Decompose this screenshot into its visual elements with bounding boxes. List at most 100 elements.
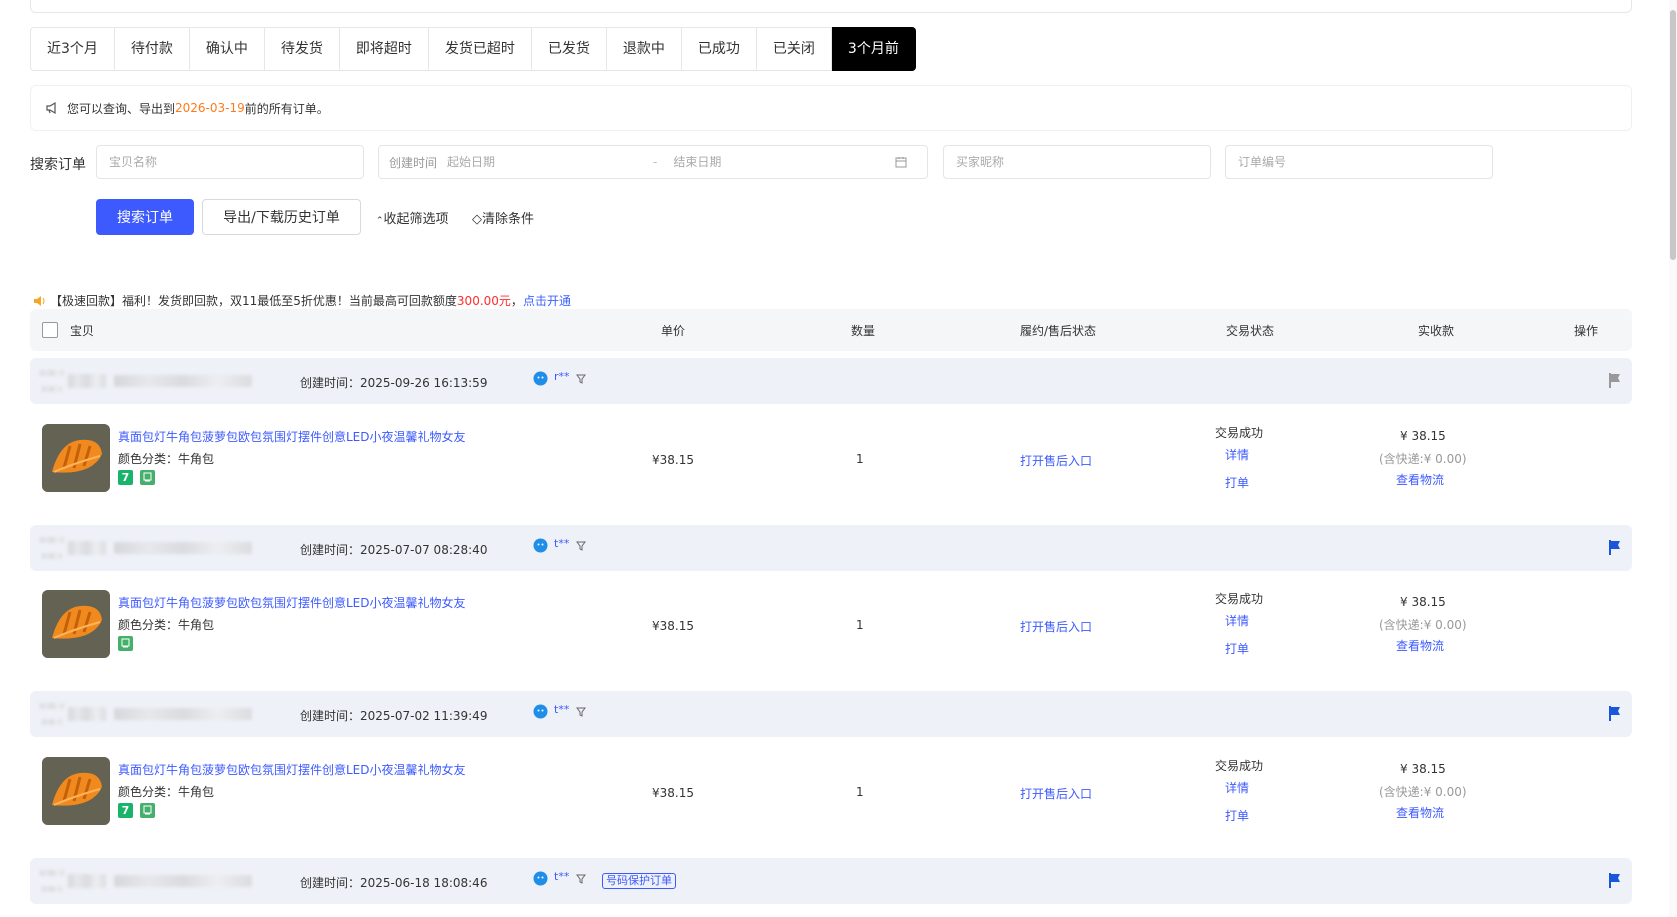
flag-icon[interactable] xyxy=(1608,539,1622,555)
wangwang-chat-icon[interactable] xyxy=(533,704,548,719)
tab-0[interactable]: 近3个月 xyxy=(30,27,115,71)
product-thumbnail[interactable] xyxy=(42,424,110,492)
buyer-nick[interactable]: r** xyxy=(554,370,570,383)
shipping-fee: (含快递:¥ 0.00) xyxy=(1379,452,1467,466)
product-thumbnail[interactable] xyxy=(42,590,110,658)
search-label: 搜索订单 xyxy=(30,157,86,173)
item-name-input[interactable] xyxy=(107,154,363,170)
order-status-tabs: 近3个月 待付款 确认中 待发货 即将超时 发货已超时 已发货 退款中 已成功 已关闭 3个月前 xyxy=(30,27,916,71)
tab-9[interactable]: 已关闭 xyxy=(756,27,832,71)
filter-icon[interactable] xyxy=(576,874,586,884)
date-separator: - xyxy=(653,155,658,169)
search-orders-button[interactable]: 搜索订单 xyxy=(96,199,194,235)
open-after-sale-link[interactable]: 打开售后入口 xyxy=(1020,452,1092,469)
start-date-input[interactable] xyxy=(445,154,640,170)
buyer-nick[interactable]: t** xyxy=(554,537,569,550)
quantity: 1 xyxy=(856,618,864,632)
seven-day-return-icon: 7 xyxy=(118,803,133,818)
print-order-link[interactable]: 打单 xyxy=(1225,640,1249,657)
order-id-field[interactable] xyxy=(1225,145,1493,179)
number-protect-badge: 号码保护订单 xyxy=(602,873,676,889)
order-detail-link[interactable]: 详情 xyxy=(1225,779,1249,796)
tab-6[interactable]: 已发货 xyxy=(531,27,607,71)
wangwang-chat-icon[interactable] xyxy=(533,871,548,886)
promo-bar: 【极速回款】福利！发货即回款，双11最低至5折优惠！当前最高可回款额度 300.… xyxy=(33,292,571,309)
product-sku: 颜色分类：牛角包 xyxy=(118,785,215,799)
order-row: 真面包灯牛角包菠萝包欧包氛围灯摆件创意LED小夜温馨礼物女友 颜色分类：牛角包 … xyxy=(30,739,1632,847)
clear-conditions-link[interactable]: ◇清除条件 xyxy=(472,208,534,227)
product-thumbnail[interactable] xyxy=(42,757,110,825)
calendar-icon[interactable] xyxy=(895,156,907,168)
megaphone-icon xyxy=(46,101,56,115)
open-after-sale-link[interactable]: 打开售后入口 xyxy=(1020,785,1092,802)
tab-1[interactable]: 待付款 xyxy=(114,27,190,71)
promo-amount: 300.00元 xyxy=(456,294,511,308)
promo-open-link[interactable]: 点击开通 xyxy=(523,292,571,309)
promo-comma: ， xyxy=(510,294,523,308)
service-tags: 7 xyxy=(118,803,155,818)
paid-amount: ¥ 38.15 xyxy=(1400,595,1446,609)
masked-order-id-a xyxy=(68,374,106,388)
tab-4[interactable]: 即将超时 xyxy=(339,27,429,71)
paid-amount: ¥ 38.15 xyxy=(1400,429,1446,443)
trade-status: 交易成功 xyxy=(1215,759,1264,773)
col-operation: 操作 xyxy=(1574,324,1599,338)
tab-2[interactable]: 确认中 xyxy=(189,27,265,71)
buyer-nick-field[interactable] xyxy=(943,145,1211,179)
buyer-nick[interactable]: t** xyxy=(554,870,569,883)
filter-icon[interactable] xyxy=(576,541,586,551)
trade-status: 交易成功 xyxy=(1215,426,1264,440)
wangwang-chat-icon[interactable] xyxy=(533,371,548,386)
tab-3[interactable]: 待发货 xyxy=(264,27,340,71)
scrollbar-thumb[interactable] xyxy=(1670,10,1676,260)
flag-icon[interactable] xyxy=(1608,705,1622,721)
tab-5[interactable]: 发货已超时 xyxy=(428,27,532,71)
buyer-nick-input[interactable] xyxy=(954,154,1210,170)
tab-10[interactable]: 3个月前 xyxy=(831,27,916,71)
product-title-link[interactable]: 真面包灯牛角包菠萝包欧包氛围灯摆件创意LED小夜温馨礼物女友 xyxy=(118,428,466,445)
created-date-range[interactable]: 创建时间 - xyxy=(378,145,928,179)
masked-order-id-b xyxy=(114,708,252,720)
wangwang-chat-icon[interactable] xyxy=(533,538,548,553)
view-logistics-link[interactable]: 查看物流 xyxy=(1396,804,1444,821)
export-history-button[interactable]: 导出/下载历史订单 xyxy=(202,199,361,235)
product-title-link[interactable]: 真面包灯牛角包菠萝包欧包氛围灯摆件创意LED小夜温馨礼物女友 xyxy=(118,594,466,611)
print-order-link[interactable]: 打单 xyxy=(1225,474,1249,491)
order-row: 真面包灯牛角包菠萝包欧包氛围灯摆件创意LED小夜温馨礼物女友 颜色分类：牛角包 … xyxy=(30,406,1632,514)
product-title-link[interactable]: 真面包灯牛角包菠萝包欧包氛围灯摆件创意LED小夜温馨礼物女友 xyxy=(118,761,466,778)
view-logistics-link[interactable]: 查看物流 xyxy=(1396,637,1444,654)
scrollbar[interactable] xyxy=(1669,0,1677,917)
order-detail-link[interactable]: 详情 xyxy=(1225,446,1249,463)
filter-icon[interactable] xyxy=(576,374,586,384)
masked-shop-info xyxy=(40,870,64,876)
order-detail-link[interactable]: 详情 xyxy=(1225,612,1249,629)
created-label: 创建时间 xyxy=(389,155,438,170)
masked-order-id-c xyxy=(42,386,62,392)
notice-bar: 您可以查询、导出到 2026-03-19 前的所有订单。 xyxy=(30,85,1632,131)
tab-8[interactable]: 已成功 xyxy=(681,27,757,71)
collapse-filters-link[interactable]: ⌃收起筛选项 xyxy=(376,208,449,227)
order-header: 创建时间：2025-06-18 18:08:46 t** 号码保护订单 xyxy=(30,858,1632,904)
order-header: 创建时间：2025-07-07 08:28:40 t** xyxy=(30,525,1632,571)
notice-suffix: 前的所有订单。 xyxy=(244,101,329,116)
masked-order-id-a xyxy=(68,541,106,555)
masked-shop-info xyxy=(40,370,64,376)
filter-icon[interactable] xyxy=(576,707,586,717)
print-order-link[interactable]: 打单 xyxy=(1225,807,1249,824)
flag-icon[interactable] xyxy=(1608,872,1622,888)
view-logistics-link[interactable]: 查看物流 xyxy=(1396,471,1444,488)
order-id-input[interactable] xyxy=(1236,154,1492,170)
quantity: 1 xyxy=(856,452,864,466)
flag-icon[interactable] xyxy=(1608,372,1622,388)
unit-price: ¥38.15 xyxy=(652,786,694,800)
open-after-sale-link[interactable]: 打开售后入口 xyxy=(1020,618,1092,635)
item-name-field[interactable] xyxy=(96,145,364,179)
promo-text: 【极速回款】福利！发货即回款，双11最低至5折优惠！当前最高可回款额度 xyxy=(50,294,457,308)
buyer-nick[interactable]: t** xyxy=(554,703,569,716)
speaker-icon xyxy=(34,295,45,306)
unit-price: ¥38.15 xyxy=(652,619,694,633)
masked-order-id-c xyxy=(42,553,62,559)
select-all-checkbox[interactable] xyxy=(42,322,58,338)
end-date-input[interactable] xyxy=(671,154,896,170)
tab-7[interactable]: 退款中 xyxy=(606,27,682,71)
